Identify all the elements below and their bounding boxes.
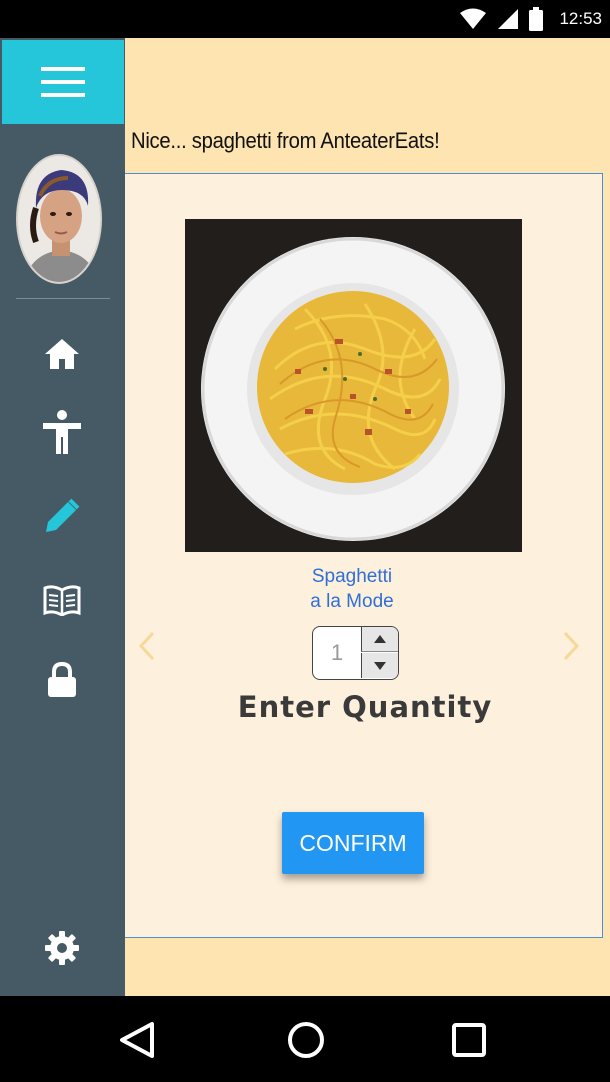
quantity-input[interactable]: 1 <box>313 627 361 678</box>
sidebar-item-guide[interactable] <box>38 576 86 624</box>
chevron-left-icon <box>138 631 155 661</box>
gear-icon <box>45 931 79 965</box>
spaghetti-photo <box>185 219 522 552</box>
sidebar-divider <box>16 298 110 299</box>
order-card: Spaghetti a la Mode 1 Enter Quantity CON… <box>125 173 603 938</box>
hamburger-menu-button[interactable] <box>2 40 124 124</box>
sidebar-item-edit[interactable] <box>38 492 86 540</box>
back-button[interactable] <box>114 1018 158 1062</box>
status-bar: 12:53 <box>0 0 610 38</box>
sidebar-item-home[interactable] <box>38 330 86 378</box>
back-triangle-icon <box>120 1022 154 1058</box>
wifi-icon <box>460 8 487 29</box>
battery-icon <box>529 7 544 31</box>
menu-icon <box>41 67 85 97</box>
confirm-button[interactable]: CONFIRM <box>282 812 424 874</box>
chevron-right-icon <box>563 631 580 661</box>
triangle-up-icon <box>374 635 386 643</box>
book-icon <box>43 585 81 616</box>
pencil-icon <box>46 498 80 532</box>
home-circle-icon <box>288 1022 324 1058</box>
item-name-line-1: Spaghetti <box>311 566 393 587</box>
quantity-increment-button[interactable] <box>361 627 398 652</box>
header-message: Nice... spaghetti from AnteaterEats! <box>131 128 440 153</box>
recents-square-icon <box>452 1023 486 1057</box>
quantity-decrement-button[interactable] <box>361 653 398 678</box>
item-name-line-2: a la Mode <box>310 591 394 612</box>
sidebar-item-lock[interactable] <box>38 656 86 704</box>
sidebar-item-accessibility[interactable] <box>38 408 86 456</box>
cell-signal-icon <box>498 9 519 29</box>
app-screen: Nice... spaghetti from AnteaterEats! Spa… <box>0 38 610 996</box>
item-name-link[interactable]: Spaghetti a la Mode <box>252 564 452 614</box>
avatar[interactable] <box>16 154 102 284</box>
next-item-button[interactable] <box>559 629 583 663</box>
home-icon <box>45 339 79 369</box>
user-portrait-image <box>18 156 100 282</box>
triangle-down-icon <box>374 661 386 670</box>
quantity-stepper[interactable]: 1 <box>312 626 399 680</box>
sidebar-item-settings[interactable] <box>38 924 86 972</box>
recents-button[interactable] <box>447 1018 491 1062</box>
home-button[interactable] <box>284 1018 328 1062</box>
quantity-label: Enter Quantity <box>237 690 493 724</box>
sidebar <box>0 38 125 996</box>
accessibility-icon <box>43 410 81 454</box>
previous-item-button[interactable] <box>135 629 159 663</box>
lock-icon <box>48 662 76 697</box>
clock: 12:53 <box>559 9 602 28</box>
system-navigation-bar <box>0 996 610 1082</box>
